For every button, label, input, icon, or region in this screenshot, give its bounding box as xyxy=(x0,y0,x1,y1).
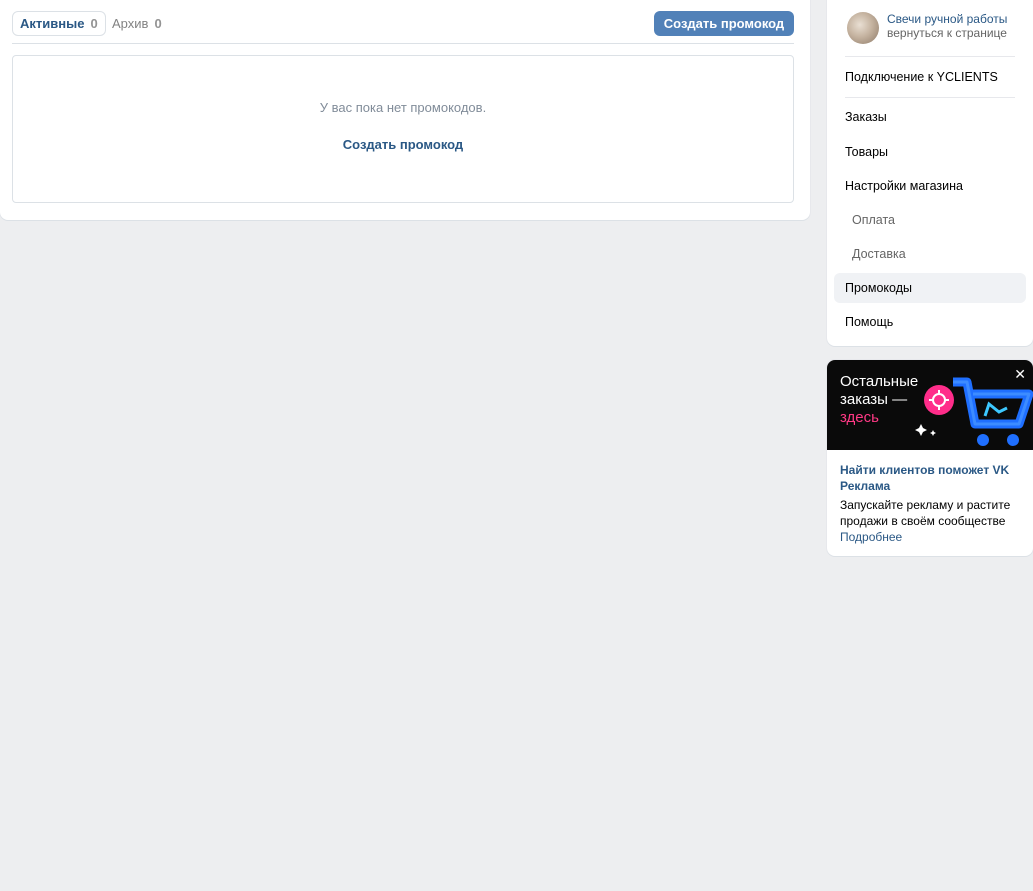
create-promocode-button[interactable]: Создать промокод xyxy=(654,11,794,36)
community-link[interactable]: Свечи ручной работы вернуться к странице xyxy=(847,12,1017,44)
promo-banner-line: Остальные xyxy=(840,373,919,390)
sidebar-item-yclients[interactable]: Подключение к YCLIENTS xyxy=(834,62,1026,92)
empty-state: У вас пока нет промокодов. Создать промо… xyxy=(12,55,794,203)
sidebar-menu: Свечи ручной работы вернуться к странице… xyxy=(827,0,1033,346)
promo-banner[interactable]: Остальные заказы — здесь ✕ xyxy=(827,360,1033,450)
sidebar-divider xyxy=(845,97,1015,98)
tab-active[interactable]: Активные 0 xyxy=(12,11,106,36)
promo-banner-line: здесь xyxy=(840,409,879,426)
promo-title[interactable]: Найти клиентов поможет VK Реклама xyxy=(840,462,1025,494)
close-icon[interactable]: ✕ xyxy=(1014,366,1026,383)
sidebar-item-store-settings[interactable]: Настройки магазина xyxy=(834,171,1026,201)
sidebar-item-promocodes[interactable]: Промокоды xyxy=(834,273,1026,303)
create-promocode-link[interactable]: Создать промокод xyxy=(13,137,793,152)
promocodes-panel: Активные 0 Архив 0 Создать промокод У ва… xyxy=(0,0,810,220)
sidebar-divider xyxy=(845,56,1015,57)
back-to-page-link: вернуться к странице xyxy=(887,26,1007,40)
community-avatar xyxy=(847,12,879,44)
promo-description: Запускайте рекламу и растите продажи в с… xyxy=(840,498,1011,528)
promo-more-link[interactable]: Подробнее xyxy=(840,530,902,544)
sidebar-item-orders[interactable]: Заказы xyxy=(834,102,1026,132)
tab-archive[interactable]: Архив 0 xyxy=(105,11,169,36)
tab-archive-count: 0 xyxy=(154,16,162,31)
community-name: Свечи ручной работы xyxy=(887,12,1008,26)
sidebar-item-help[interactable]: Помощь xyxy=(834,307,1026,337)
tab-active-label: Активные xyxy=(20,16,85,31)
sidebar-item-products[interactable]: Товары xyxy=(834,137,1026,167)
tab-active-count: 0 xyxy=(90,16,98,31)
tabs-bar: Активные 0 Архив 0 Создать промокод xyxy=(12,10,794,44)
empty-state-message: У вас пока нет промокодов. xyxy=(319,100,487,115)
tab-archive-label: Архив xyxy=(112,16,149,31)
promo-banner-line: заказы — xyxy=(840,391,908,408)
sidebar-item-delivery[interactable]: Доставка xyxy=(834,239,1026,269)
promo-banner-text: Остальные заказы — здесь xyxy=(840,373,918,427)
sidebar-item-payment[interactable]: Оплата xyxy=(834,205,1026,235)
ad-promo-block: Остальные заказы — здесь ✕ Найти клиенто… xyxy=(827,360,1033,556)
